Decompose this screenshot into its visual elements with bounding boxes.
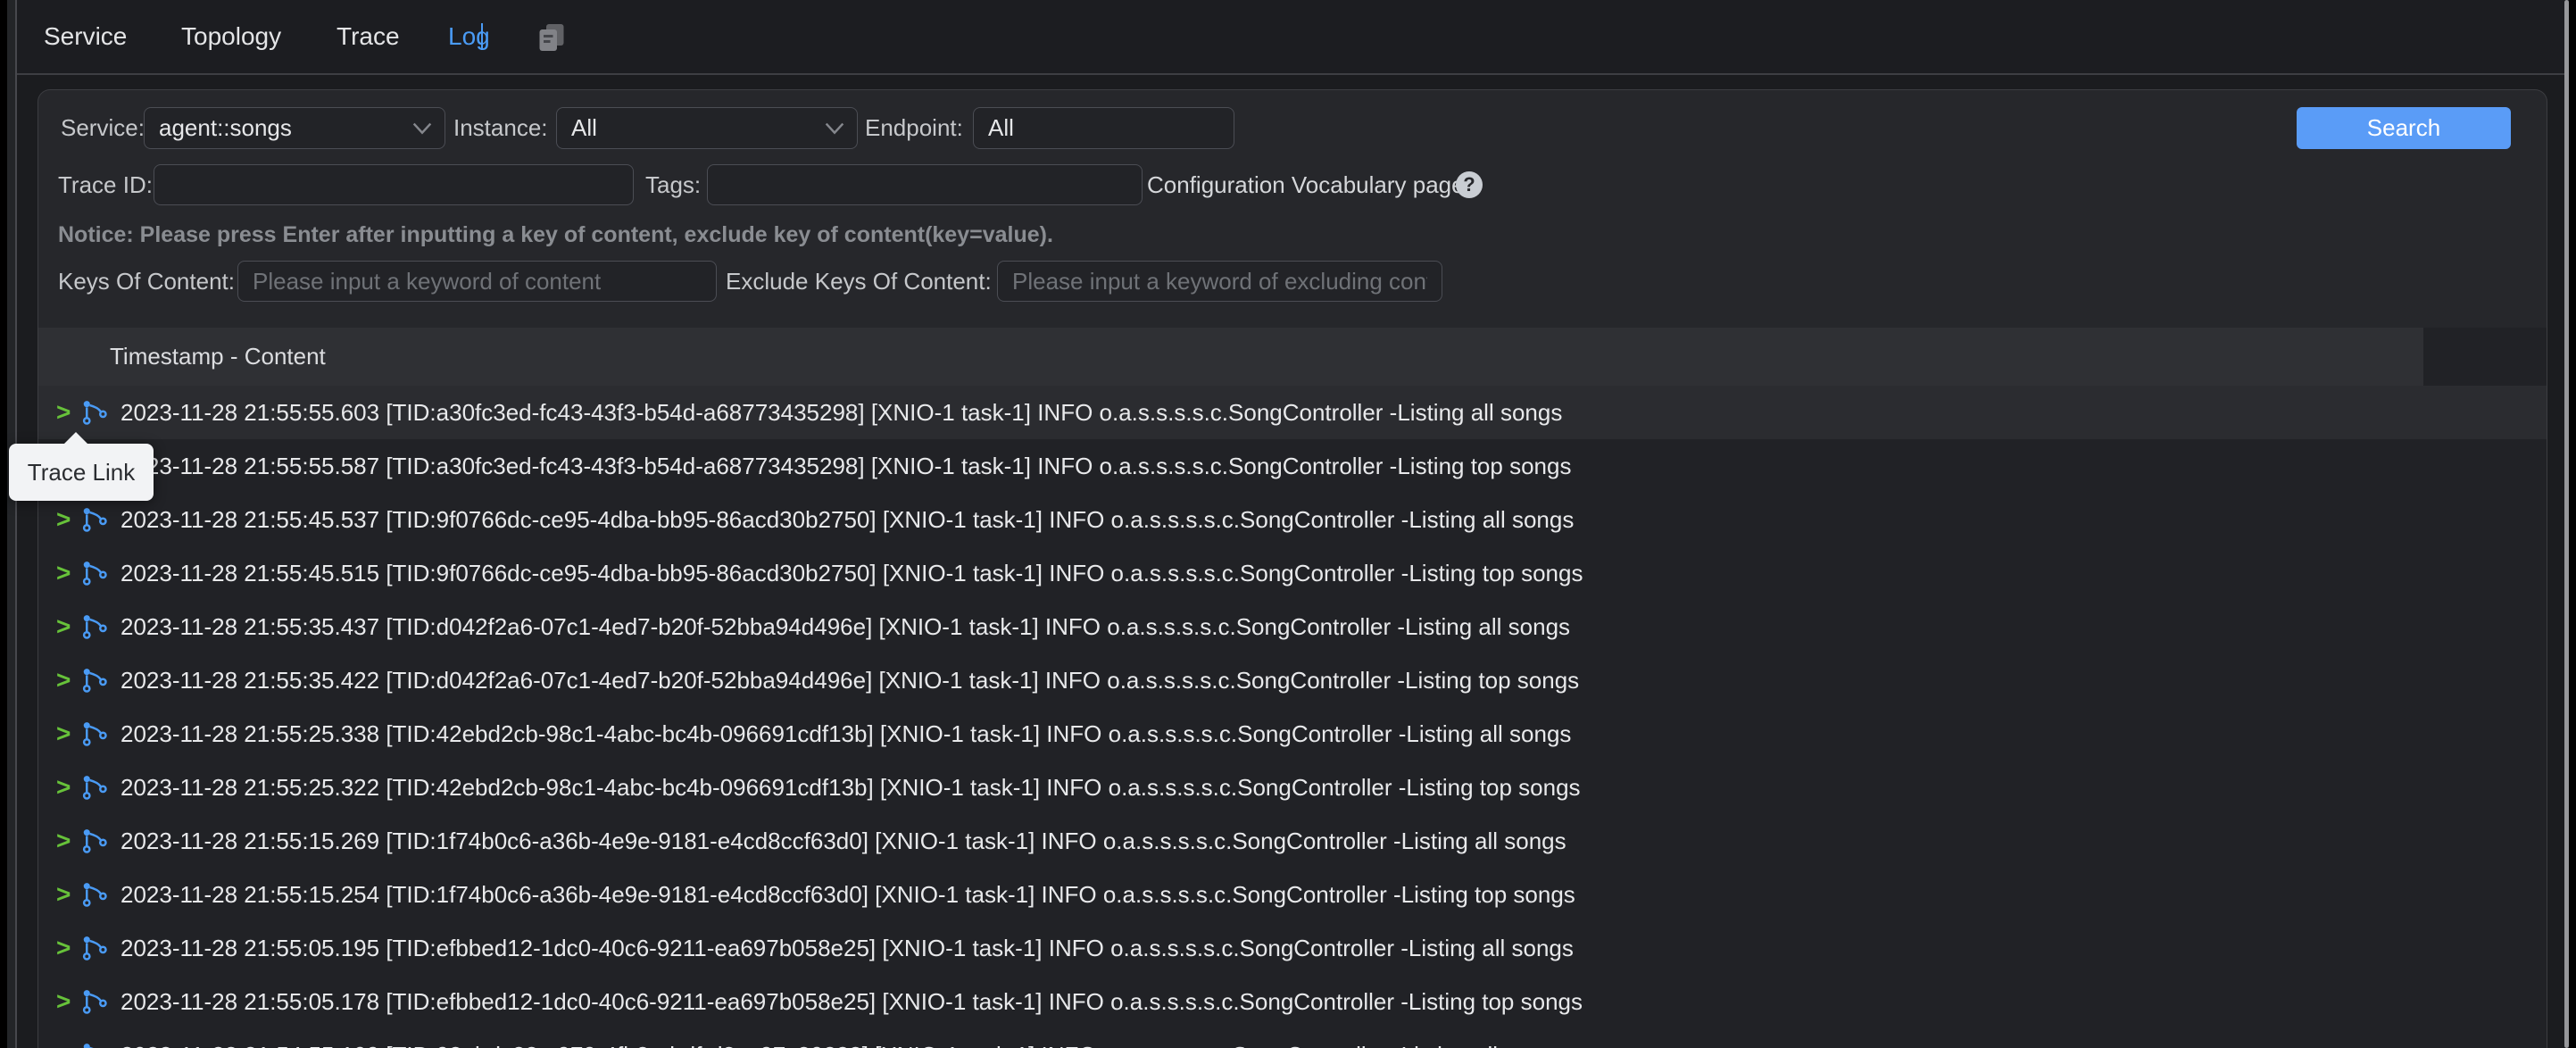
trace-link-icon[interactable] bbox=[81, 881, 108, 908]
search-button[interactable]: Search bbox=[2297, 107, 2511, 149]
question-icon[interactable]: ? bbox=[1456, 171, 1483, 198]
trace-link-icon[interactable] bbox=[81, 828, 108, 854]
trace-link-icon[interactable] bbox=[81, 506, 108, 533]
chevron-down-icon bbox=[825, 122, 844, 135]
vertical-scrollbar[interactable] bbox=[2564, 0, 2569, 1048]
expand-chevron-icon[interactable]: > bbox=[56, 559, 78, 587]
tab-topology[interactable]: Topology bbox=[181, 0, 281, 73]
trace-id-input[interactable] bbox=[154, 164, 634, 205]
trace-link-icon[interactable] bbox=[81, 988, 108, 1015]
copy-icon[interactable] bbox=[536, 21, 568, 54]
log-row-text: 2023-11-28 21:55:55.587 [TID:a30fc3ed-fc… bbox=[120, 453, 1571, 480]
expand-chevron-icon[interactable]: > bbox=[56, 1041, 78, 1048]
table-header-spacer bbox=[2423, 328, 2547, 386]
expand-chevron-icon[interactable]: > bbox=[56, 719, 78, 748]
trace-link-icon[interactable] bbox=[81, 560, 108, 586]
log-row-text: 2023-11-28 21:55:25.338 [TID:42ebd2cb-98… bbox=[120, 720, 1571, 748]
log-row[interactable]: > 2023-11-28 21:55:35.422 [TID:d042f2a6-… bbox=[38, 653, 2547, 707]
top-nav: Service Topology Trace Log bbox=[17, 0, 2569, 75]
notice-text: Notice: Please press Enter after inputti… bbox=[58, 222, 1053, 248]
keys-of-content-label: Keys Of Content: bbox=[58, 261, 235, 302]
log-row-text: 2023-11-28 21:55:35.422 [TID:d042f2a6-07… bbox=[120, 667, 1579, 695]
log-row-text: 2023-11-28 21:55:55.603 [TID:a30fc3ed-fc… bbox=[120, 399, 1562, 427]
tooltip-caret bbox=[63, 432, 88, 445]
instance-label: Instance: bbox=[453, 107, 548, 149]
expand-chevron-icon[interactable]: > bbox=[56, 987, 78, 1016]
log-list: > 2023-11-28 21:55:55.603 [TID:a30fc3ed-… bbox=[38, 386, 2547, 1048]
expand-chevron-icon[interactable]: > bbox=[56, 398, 78, 427]
log-row[interactable]: > 2023-11-28 21:55:05.195 [TID:efbbed12-… bbox=[38, 921, 2547, 975]
table-header-label: Timestamp - Content bbox=[110, 328, 326, 386]
vocabulary-page-link[interactable]: Configuration Vocabulary page bbox=[1147, 164, 1465, 205]
trace-link-icon[interactable] bbox=[81, 399, 108, 426]
trace-link-icon[interactable] bbox=[81, 774, 108, 801]
trace-link-icon[interactable] bbox=[81, 613, 108, 640]
log-page: Service Topology Trace Log Service: agen… bbox=[15, 0, 2569, 1048]
service-select-value: agent::songs bbox=[159, 114, 292, 142]
expand-chevron-icon[interactable]: > bbox=[56, 773, 78, 802]
log-row[interactable]: > 2023-11-28 21:55:25.322 [TID:42ebd2cb-… bbox=[38, 761, 2547, 814]
expand-chevron-icon[interactable]: > bbox=[56, 827, 78, 855]
log-row-text: 2023-11-28 21:55:05.178 [TID:efbbed12-1d… bbox=[120, 988, 1583, 1016]
tooltip-text: Trace Link bbox=[28, 459, 135, 487]
tab-trace[interactable]: Trace bbox=[337, 0, 400, 73]
instance-select[interactable]: All bbox=[556, 107, 858, 149]
expand-chevron-icon[interactable]: > bbox=[56, 880, 78, 909]
trace-link-icon[interactable] bbox=[81, 667, 108, 694]
log-row-text: 2023-11-28 21:54:55.109 [TID:98abdc38-c9… bbox=[120, 1042, 1566, 1048]
expand-chevron-icon[interactable]: > bbox=[56, 934, 78, 962]
chevron-down-icon bbox=[412, 122, 432, 135]
service-label: Service: bbox=[61, 107, 145, 149]
log-row[interactable]: > 2023-11-28 21:55:15.269 [TID:1f74b0c6-… bbox=[38, 814, 2547, 868]
expand-chevron-icon[interactable]: > bbox=[56, 505, 78, 534]
text-cursor bbox=[481, 23, 483, 50]
log-row[interactable]: > 2023-11-28 21:55:45.515 [TID:9f0766dc-… bbox=[38, 546, 2547, 600]
log-row[interactable]: > 2023-11-28 21:54:55.109 [TID:98abdc38-… bbox=[38, 1028, 2547, 1048]
instance-select-value: All bbox=[571, 114, 597, 142]
endpoint-input[interactable] bbox=[973, 107, 1234, 149]
log-row[interactable]: > 2023-11-28 21:55:35.437 [TID:d042f2a6-… bbox=[38, 600, 2547, 653]
exclude-keys-input[interactable] bbox=[997, 261, 1442, 302]
trace-link-tooltip: Trace Link bbox=[9, 444, 154, 501]
trace-link-icon[interactable] bbox=[81, 1042, 108, 1048]
keys-of-content-input[interactable] bbox=[237, 261, 717, 302]
log-row[interactable]: > 2023-11-28 21:55:25.338 [TID:42ebd2cb-… bbox=[38, 707, 2547, 761]
log-row-text: 2023-11-28 21:55:05.195 [TID:efbbed12-1d… bbox=[120, 935, 1574, 962]
log-row[interactable]: > 2023-11-28 21:55:05.178 [TID:efbbed12-… bbox=[38, 975, 2547, 1028]
tab-service[interactable]: Service bbox=[44, 0, 127, 73]
trace-link-icon[interactable] bbox=[81, 720, 108, 747]
trace-link-icon[interactable] bbox=[81, 935, 108, 961]
tags-label: Tags: bbox=[645, 164, 701, 205]
trace-id-label: Trace ID: bbox=[58, 164, 153, 205]
exclude-keys-label: Exclude Keys Of Content: bbox=[726, 261, 992, 302]
log-row-text: 2023-11-28 21:55:15.269 [TID:1f74b0c6-a3… bbox=[120, 828, 1566, 855]
log-row[interactable]: > 2023-11-28 21:55:55.603 [TID:a30fc3ed-… bbox=[38, 386, 2547, 439]
log-panel: Service: agent::songs Instance: All Endp… bbox=[37, 89, 2547, 1048]
tab-log[interactable]: Log bbox=[448, 0, 490, 73]
endpoint-label: Endpoint: bbox=[865, 107, 963, 149]
table-header: Timestamp - Content bbox=[38, 328, 2423, 386]
tab-log-label: Log bbox=[448, 22, 490, 50]
log-row-text: 2023-11-28 21:55:35.437 [TID:d042f2a6-07… bbox=[120, 613, 1570, 641]
expand-chevron-icon[interactable]: > bbox=[56, 612, 78, 641]
tags-input[interactable] bbox=[707, 164, 1143, 205]
log-row-text: 2023-11-28 21:55:45.515 [TID:9f0766dc-ce… bbox=[120, 560, 1583, 587]
log-row-text: 2023-11-28 21:55:45.537 [TID:9f0766dc-ce… bbox=[120, 506, 1574, 534]
log-row[interactable]: > 2023-11-28 21:55:15.254 [TID:1f74b0c6-… bbox=[38, 868, 2547, 921]
service-select[interactable]: agent::songs bbox=[144, 107, 445, 149]
log-row[interactable]: > 2023-11-28 21:55:55.587 [TID:a30fc3ed-… bbox=[38, 439, 2547, 493]
window-left-edge bbox=[7, 0, 15, 1048]
log-row[interactable]: > 2023-11-28 21:55:45.537 [TID:9f0766dc-… bbox=[38, 493, 2547, 546]
log-row-text: 2023-11-28 21:55:25.322 [TID:42ebd2cb-98… bbox=[120, 774, 1581, 802]
expand-chevron-icon[interactable]: > bbox=[56, 666, 78, 695]
log-row-text: 2023-11-28 21:55:15.254 [TID:1f74b0c6-a3… bbox=[120, 881, 1575, 909]
